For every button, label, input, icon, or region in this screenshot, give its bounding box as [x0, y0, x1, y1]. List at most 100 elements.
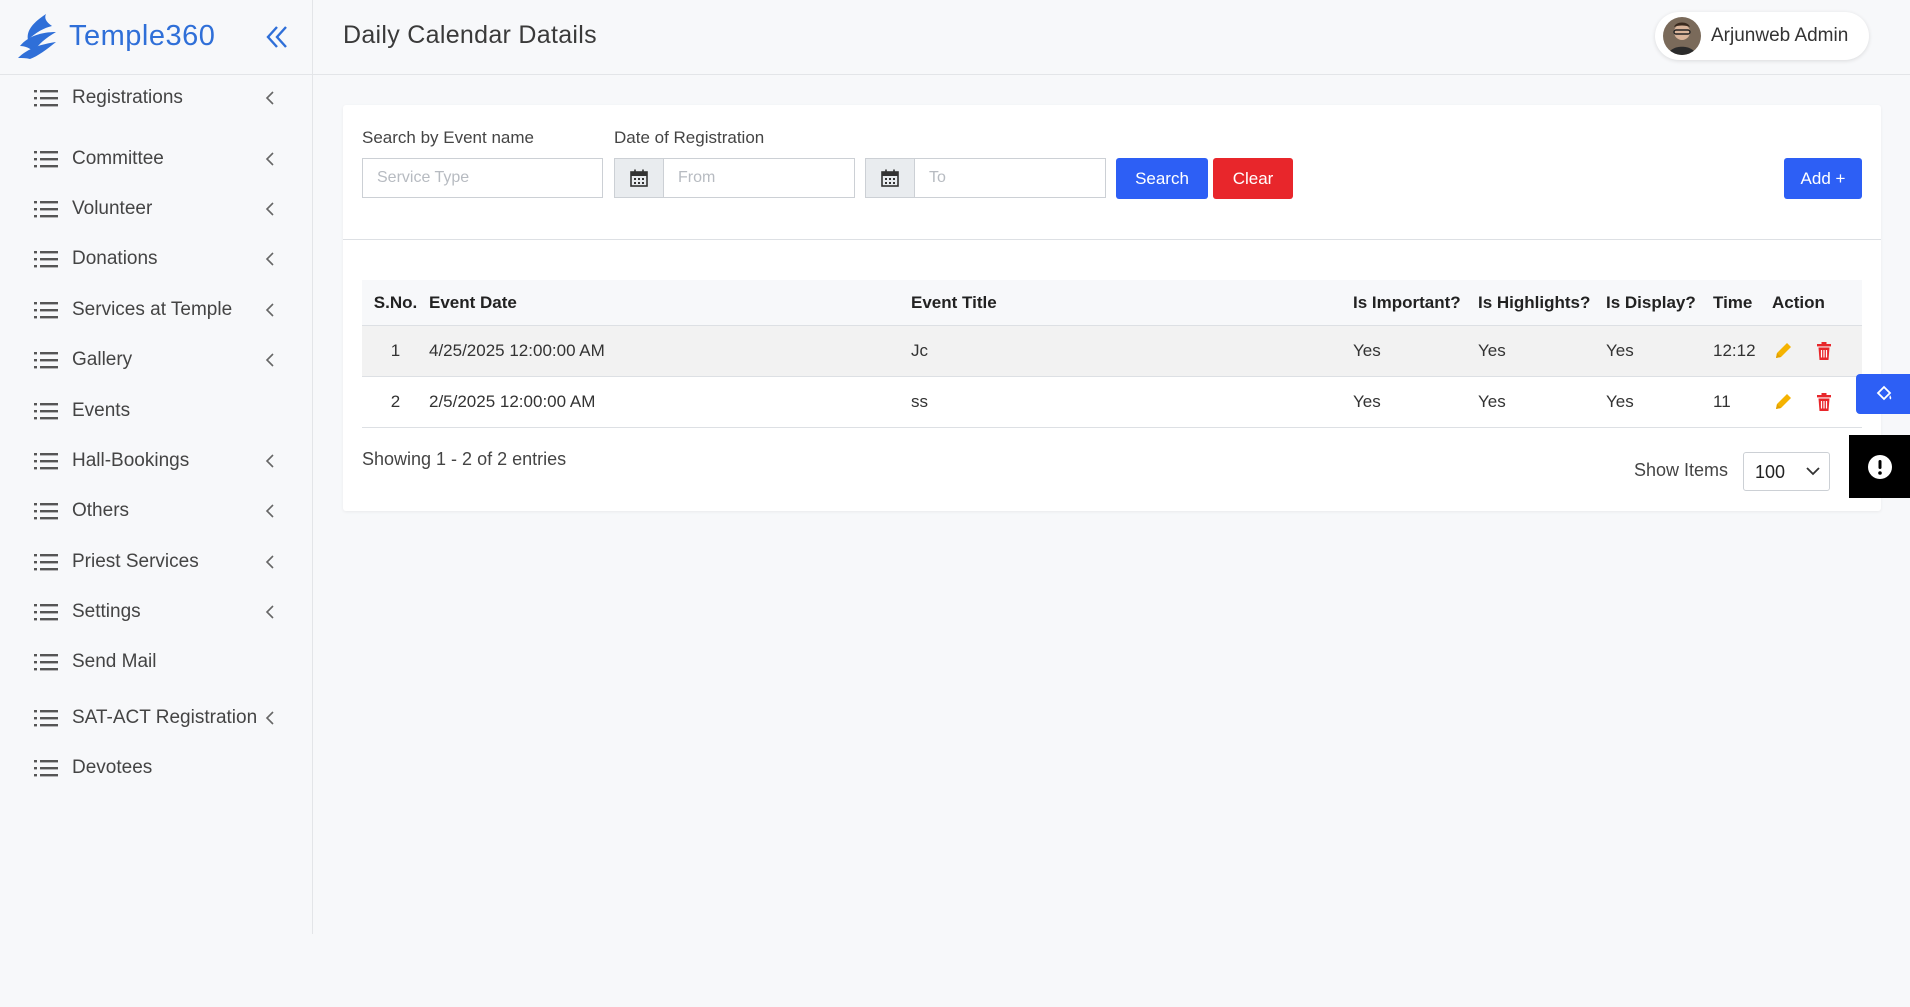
table-row: 2 2/5/2025 12:00:00 AM ss Yes Yes Yes 11 — [362, 376, 1862, 428]
sidebar-item-events[interactable]: Events — [0, 387, 312, 435]
user-menu[interactable]: Arjunweb Admin — [1655, 12, 1869, 60]
sidebar-item-services-at-temple[interactable]: Services at Temple — [0, 286, 312, 334]
chevron-left-icon — [265, 353, 274, 367]
sidebar-item-gallery[interactable]: Gallery — [0, 336, 312, 384]
sidebar-item-label: Volunteer — [72, 198, 153, 219]
date-from-input[interactable] — [663, 158, 855, 198]
sidebar-item-send-mail[interactable]: Send Mail — [0, 638, 312, 686]
sidebar-item-devotees[interactable]: Devotees — [0, 744, 312, 792]
is-highlights-cell: Yes — [1478, 325, 1606, 377]
sidebar-item-label: SAT-ACT Registration — [72, 707, 258, 728]
list-icon — [34, 251, 58, 268]
chat-bubble-icon — [1868, 455, 1892, 479]
avatar — [1663, 17, 1701, 55]
is-important-cell: Yes — [1353, 376, 1478, 428]
event-title-cell: ss — [911, 376, 1353, 428]
edit-pencil-icon[interactable] — [1772, 340, 1794, 362]
sno-cell: 2 — [362, 376, 429, 428]
sidebar-item-donations[interactable]: Donations — [0, 235, 312, 283]
event-name-input[interactable] — [362, 158, 603, 198]
chevron-left-icon — [265, 605, 274, 619]
sno-cell: 1 — [362, 325, 429, 377]
topbar: Daily Calendar Datails Arjunweb Admin — [313, 0, 1910, 75]
sidebar-item-label: Events — [72, 400, 131, 421]
sidebar-item-label: Donations — [72, 248, 158, 269]
sidebar-item-volunteer[interactable]: Volunteer — [0, 185, 312, 233]
column-header: Action — [1772, 280, 1862, 326]
list-icon — [34, 352, 58, 369]
calendar-icon[interactable] — [865, 158, 915, 198]
table-row: 1 4/25/2025 12:00:00 AM Jc Yes Yes Yes 1… — [362, 325, 1862, 377]
list-icon — [34, 201, 58, 218]
sidebar-item-label: Priest Services — [72, 551, 199, 572]
list-icon — [34, 151, 58, 168]
chevron-left-icon — [265, 152, 274, 166]
entries-summary: Showing 1 - 2 of 2 entries — [362, 449, 567, 469]
delete-trash-icon[interactable] — [1813, 391, 1835, 413]
sidebar-item-committee[interactable]: Committee — [0, 135, 312, 183]
sidebar-item-sat-act-registration[interactable]: SAT-ACT Registration — [0, 694, 312, 742]
sidebar-item-others[interactable]: Others — [0, 487, 312, 535]
calendar-icon[interactable] — [614, 158, 664, 198]
table-header-row: S.No. Event Date Event Title Is Importan… — [362, 280, 1862, 326]
search-button[interactable]: Search — [1116, 158, 1208, 199]
sidebar-item-label: Gallery — [72, 349, 133, 370]
calendar-table: S.No. Event Date Event Title Is Importan… — [362, 280, 1862, 428]
theme-customizer-button[interactable] — [1856, 374, 1910, 414]
event-name-label: Search by Event name — [362, 128, 534, 147]
double-chevron-left-icon[interactable] — [265, 23, 289, 51]
chevron-left-icon — [265, 711, 274, 725]
column-header[interactable]: Is Important? — [1353, 280, 1478, 326]
sidebar-item-label: Hall-Bookings — [72, 450, 190, 471]
sidebar-item-label: Send Mail — [72, 651, 157, 672]
chevron-left-icon — [265, 202, 274, 216]
sidebar-item-priest-services[interactable]: Priest Services — [0, 538, 312, 586]
chevron-down-icon — [1806, 467, 1820, 476]
column-header[interactable]: Event Date — [429, 280, 911, 326]
is-display-cell: Yes — [1606, 325, 1713, 377]
user-name: Arjunweb Admin — [1711, 25, 1849, 46]
sidebar-item-label: Settings — [72, 601, 141, 622]
chevron-left-icon — [265, 91, 274, 105]
paint-bucket-icon — [1876, 385, 1892, 401]
chevron-left-icon — [265, 504, 274, 518]
brand-name: Temple360 — [69, 20, 216, 52]
page-size-select[interactable]: 100 — [1743, 452, 1830, 491]
action-cell — [1772, 376, 1862, 428]
list-icon — [34, 710, 58, 727]
divider — [343, 239, 1881, 240]
chevron-left-icon — [265, 252, 274, 266]
date-of-registration-label: Date of Registration — [614, 128, 765, 147]
clear-button[interactable]: Clear — [1213, 158, 1293, 199]
list-icon — [34, 302, 58, 319]
temple-logo-icon — [18, 14, 56, 59]
column-header[interactable]: Is Highlights? — [1478, 280, 1606, 326]
column-header[interactable]: S.No. — [362, 280, 429, 326]
list-icon — [34, 760, 58, 777]
add-button[interactable]: Add + — [1784, 158, 1862, 199]
is-highlights-cell: Yes — [1478, 376, 1606, 428]
sidebar: Temple360 Registrations Committee Voluntee… — [0, 0, 313, 934]
list-icon — [34, 403, 58, 420]
is-display-cell: Yes — [1606, 376, 1713, 428]
brand: Temple360 — [0, 0, 312, 75]
sidebar-item-hall-bookings[interactable]: Hall-Bookings — [0, 437, 312, 485]
list-icon — [34, 604, 58, 621]
date-to-input[interactable] — [914, 158, 1106, 198]
calendar-card: Search by Event name Date of Registratio… — [343, 105, 1881, 511]
list-icon — [34, 453, 58, 470]
delete-trash-icon[interactable] — [1813, 340, 1835, 362]
sidebar-item-registrations[interactable]: Registrations — [0, 74, 312, 122]
column-header[interactable]: Time — [1713, 280, 1772, 326]
column-header[interactable]: Event Title — [911, 280, 1353, 326]
edit-pencil-icon[interactable] — [1772, 391, 1794, 413]
show-items-label: Show Items — [1634, 460, 1729, 480]
chat-widget-button[interactable] — [1849, 435, 1910, 498]
list-icon — [34, 90, 58, 107]
event-date-cell: 4/25/2025 12:00:00 AM — [429, 325, 911, 377]
is-important-cell: Yes — [1353, 325, 1478, 377]
column-header[interactable]: Is Display? — [1606, 280, 1713, 326]
list-icon — [34, 654, 58, 671]
sidebar-item-settings[interactable]: Settings — [0, 588, 312, 636]
list-icon — [34, 503, 58, 520]
